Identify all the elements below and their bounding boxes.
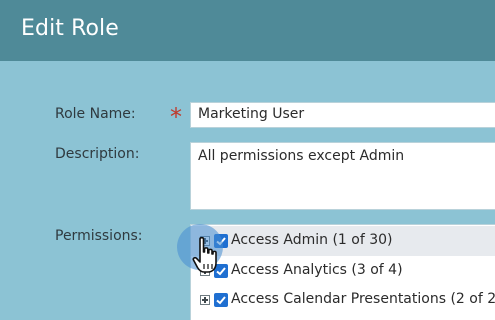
role-name-input[interactable]: Marketing User xyxy=(190,102,495,128)
description-label: Description: xyxy=(55,146,140,162)
dialog-header: Edit Role xyxy=(0,0,495,61)
permissions-label: Permissions: xyxy=(55,228,143,244)
role-name-label: Role Name: xyxy=(55,106,136,122)
hand-cursor-icon xyxy=(192,236,217,273)
permission-label: Access Admin (1 of 30) xyxy=(231,232,393,248)
permissions-tree: Access Admin (1 of 30) Access Analytics … xyxy=(190,224,495,320)
permission-label: Access Analytics (3 of 4) xyxy=(231,262,403,278)
description-textarea[interactable]: All permissions except Admin xyxy=(190,142,495,210)
expand-plus-icon[interactable] xyxy=(200,295,210,305)
dialog-title: Edit Role xyxy=(21,16,119,41)
permission-label: Access Calendar Presentations (2 of 2) xyxy=(231,291,495,307)
required-indicator: * xyxy=(170,103,182,131)
checkbox-checked-icon[interactable] xyxy=(214,293,228,307)
permission-row-access-analytics[interactable]: Access Analytics (3 of 4) xyxy=(191,256,495,286)
permission-row-access-calendar-presentations[interactable]: Access Calendar Presentations (2 of 2) xyxy=(191,285,495,315)
permission-row-access-admin[interactable]: Access Admin (1 of 30) xyxy=(191,226,495,256)
